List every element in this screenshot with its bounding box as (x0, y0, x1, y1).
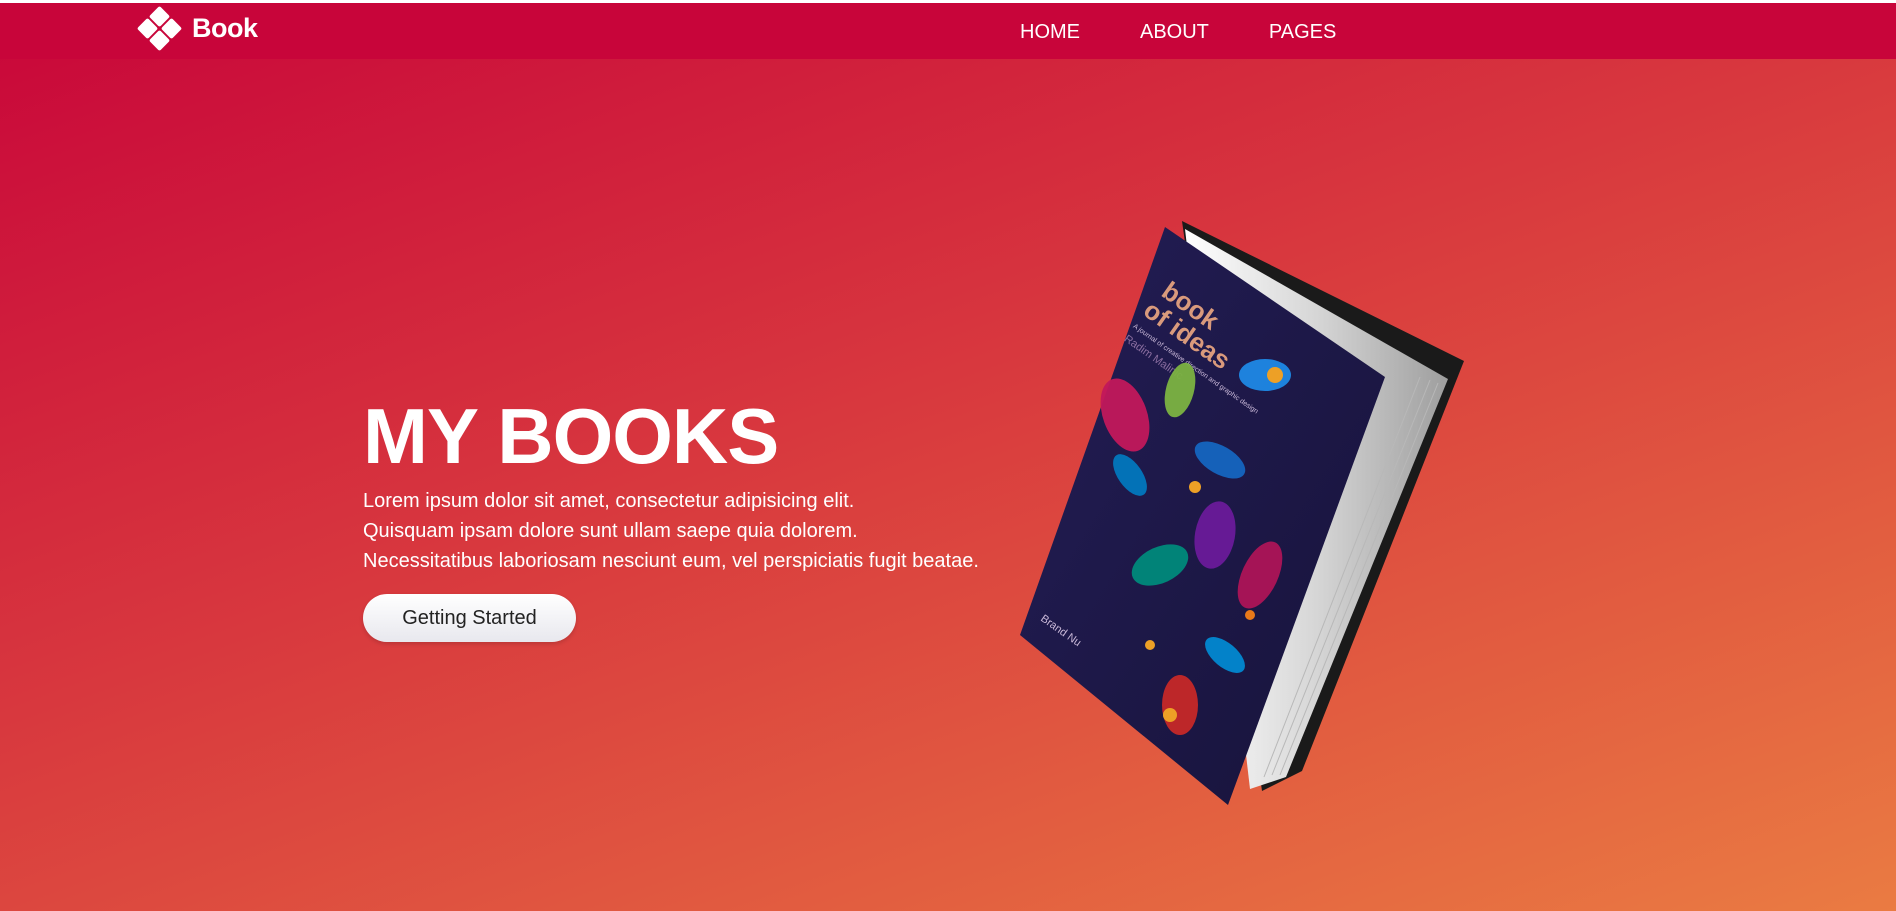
book-illustration: book of ideas A journal of creative dire… (1010, 215, 1480, 815)
logo-diamond-icon (136, 5, 183, 52)
brand-name: Book (192, 12, 258, 43)
nav-pages-link[interactable]: PAGES (1269, 21, 1336, 44)
hero-text-line-2: Quisquam ipsam dolore sunt ullam saepe q… (363, 520, 858, 542)
hero-description: Lorem ipsum dolor sit amet, consectetur … (363, 486, 1003, 576)
hero-text-line-1: Lorem ipsum dolor sit amet, consectetur … (363, 490, 855, 512)
nav-about-link[interactable]: ABOUT (1140, 21, 1209, 44)
main-nav: HOME ABOUT PAGES (1020, 21, 1396, 44)
book-image: book of ideas A journal of creative dire… (1020, 221, 1464, 805)
hero-title: MY BOOKS (363, 392, 779, 480)
hero-text-line-3: Necessitatibus laboriosam nesciunt eum, … (363, 550, 979, 572)
hero-section: MY BOOKS Lorem ipsum dolor sit amet, con… (363, 392, 1003, 642)
navbar: Book HOME ABOUT PAGES (0, 3, 1896, 59)
nav-home-link[interactable]: HOME (1020, 21, 1080, 44)
brand-logo[interactable]: Book (136, 5, 258, 52)
getting-started-button[interactable]: Getting Started (363, 594, 576, 642)
